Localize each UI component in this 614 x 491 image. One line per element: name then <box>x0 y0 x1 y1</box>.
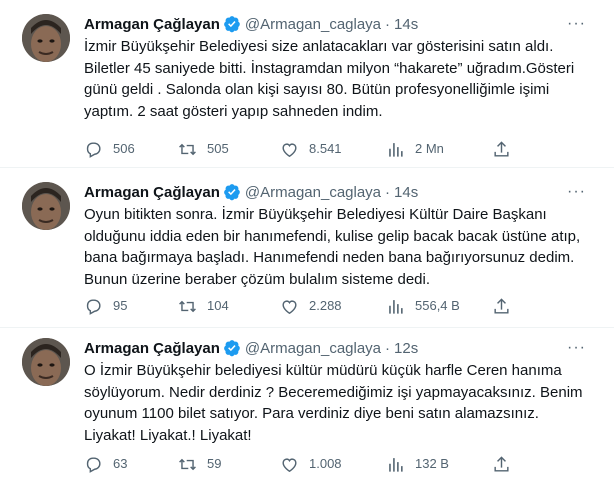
avatar-photo <box>22 14 70 62</box>
views-bar-chart-icon <box>389 299 403 314</box>
share-icon <box>494 455 509 472</box>
author-handle[interactable]: @Armagan_caglaya <box>245 340 381 357</box>
heart-icon <box>282 142 297 157</box>
tweet[interactable]: Armagan Çağlayan @Armagan_caglaya · 14s … <box>0 168 614 328</box>
share-button[interactable] <box>492 139 521 159</box>
more-dots-icon[interactable]: ··· <box>567 338 586 358</box>
like-count: 1.008 <box>309 456 342 471</box>
retweet-count: 104 <box>207 298 229 313</box>
author-name[interactable]: Armagan Çağlayan <box>84 16 220 33</box>
like-button[interactable]: 2.288 <box>280 296 342 316</box>
retweet-count: 59 <box>207 456 222 471</box>
avatar-photo <box>22 338 70 386</box>
more-dots-icon[interactable]: ··· <box>567 14 586 34</box>
retweet-icon <box>179 458 196 470</box>
timestamp[interactable]: 12s <box>394 340 418 357</box>
reply-icon <box>86 298 101 315</box>
reply-button[interactable]: 506 <box>84 139 135 159</box>
tweet-body: Armagan Çağlayan @Armagan_caglaya · 12s … <box>84 338 604 446</box>
tweet-actions: 63 59 1.008 132 B <box>84 454 524 474</box>
separator-dot: · <box>385 15 391 33</box>
author-handle[interactable]: @Armagan_caglaya <box>245 16 381 33</box>
tweet-text: O İzmir Büyükşehir belediyesi kültür müd… <box>84 362 583 444</box>
tweet-text: Oyun bitikten sonra. İzmir Büyükşehir Be… <box>84 206 581 288</box>
views-count: 132 B <box>415 456 449 471</box>
timestamp[interactable]: 14s <box>394 16 418 33</box>
verified-badge-icon <box>224 184 240 201</box>
verified-badge-icon <box>224 16 240 33</box>
views-button[interactable]: 2 Mn <box>386 139 444 159</box>
share-button[interactable] <box>492 454 521 474</box>
heart-icon <box>282 299 297 314</box>
tweet-body: Armagan Çağlayan @Armagan_caglaya · 14s … <box>84 14 604 122</box>
heart-icon <box>282 457 297 472</box>
like-button[interactable]: 8.541 <box>280 139 342 159</box>
retweet-icon <box>179 300 196 312</box>
retweet-icon <box>179 143 196 155</box>
tweet[interactable]: Armagan Çağlayan @Armagan_caglaya · 12s … <box>0 328 614 491</box>
like-button[interactable]: 1.008 <box>280 454 342 474</box>
author-handle[interactable]: @Armagan_caglaya <box>245 184 381 201</box>
reply-button[interactable]: 63 <box>84 454 127 474</box>
reply-count: 95 <box>113 298 128 313</box>
separator-dot: · <box>385 339 391 357</box>
retweet-count: 505 <box>207 141 229 156</box>
retweet-button[interactable]: 505 <box>178 139 229 159</box>
views-bar-chart-icon <box>389 457 403 472</box>
views-button[interactable]: 556,4 B <box>386 296 460 316</box>
verified-badge-icon <box>224 340 240 357</box>
tweet-header: Armagan Çağlayan @Armagan_caglaya · 14s <box>84 14 604 34</box>
views-button[interactable]: 132 B <box>386 454 449 474</box>
tweet-header: Armagan Çağlayan @Armagan_caglaya · 14s <box>84 182 604 202</box>
share-button[interactable] <box>492 296 521 316</box>
tweet-body: Armagan Çağlayan @Armagan_caglaya · 14s … <box>84 182 604 290</box>
views-count: 2 Mn <box>415 141 444 156</box>
more-dots-icon[interactable]: ··· <box>567 182 586 202</box>
retweet-button[interactable]: 104 <box>178 296 229 316</box>
tweet-text: İzmir Büyükşehir Belediyesi size anlatac… <box>84 38 575 120</box>
tweet-thread: Armagan Çağlayan @Armagan_caglaya · 14s … <box>0 0 614 491</box>
share-icon <box>494 140 509 157</box>
avatar-photo <box>22 182 70 230</box>
tweet-actions: 506 505 8.541 2 Mn <box>84 139 524 159</box>
separator-dot: · <box>385 183 391 201</box>
reply-button[interactable]: 95 <box>84 296 127 316</box>
tweet-header: Armagan Çağlayan @Armagan_caglaya · 12s <box>84 338 604 358</box>
timestamp[interactable]: 14s <box>394 184 418 201</box>
retweet-button[interactable]: 59 <box>178 454 221 474</box>
reply-count: 506 <box>113 141 135 156</box>
avatar[interactable] <box>22 182 70 230</box>
views-bar-chart-icon <box>389 142 403 157</box>
reply-count: 63 <box>113 456 128 471</box>
like-count: 2.288 <box>309 298 342 313</box>
tweet-actions: 95 104 2.288 556,4 B <box>84 296 524 316</box>
share-icon <box>494 297 509 314</box>
author-name[interactable]: Armagan Çağlayan <box>84 340 220 357</box>
like-count: 8.541 <box>309 141 342 156</box>
reply-icon <box>86 456 101 473</box>
reply-icon <box>86 141 101 158</box>
tweet[interactable]: Armagan Çağlayan @Armagan_caglaya · 14s … <box>0 0 614 168</box>
views-count: 556,4 B <box>415 298 460 313</box>
avatar[interactable] <box>22 14 70 62</box>
avatar[interactable] <box>22 338 70 386</box>
author-name[interactable]: Armagan Çağlayan <box>84 184 220 201</box>
